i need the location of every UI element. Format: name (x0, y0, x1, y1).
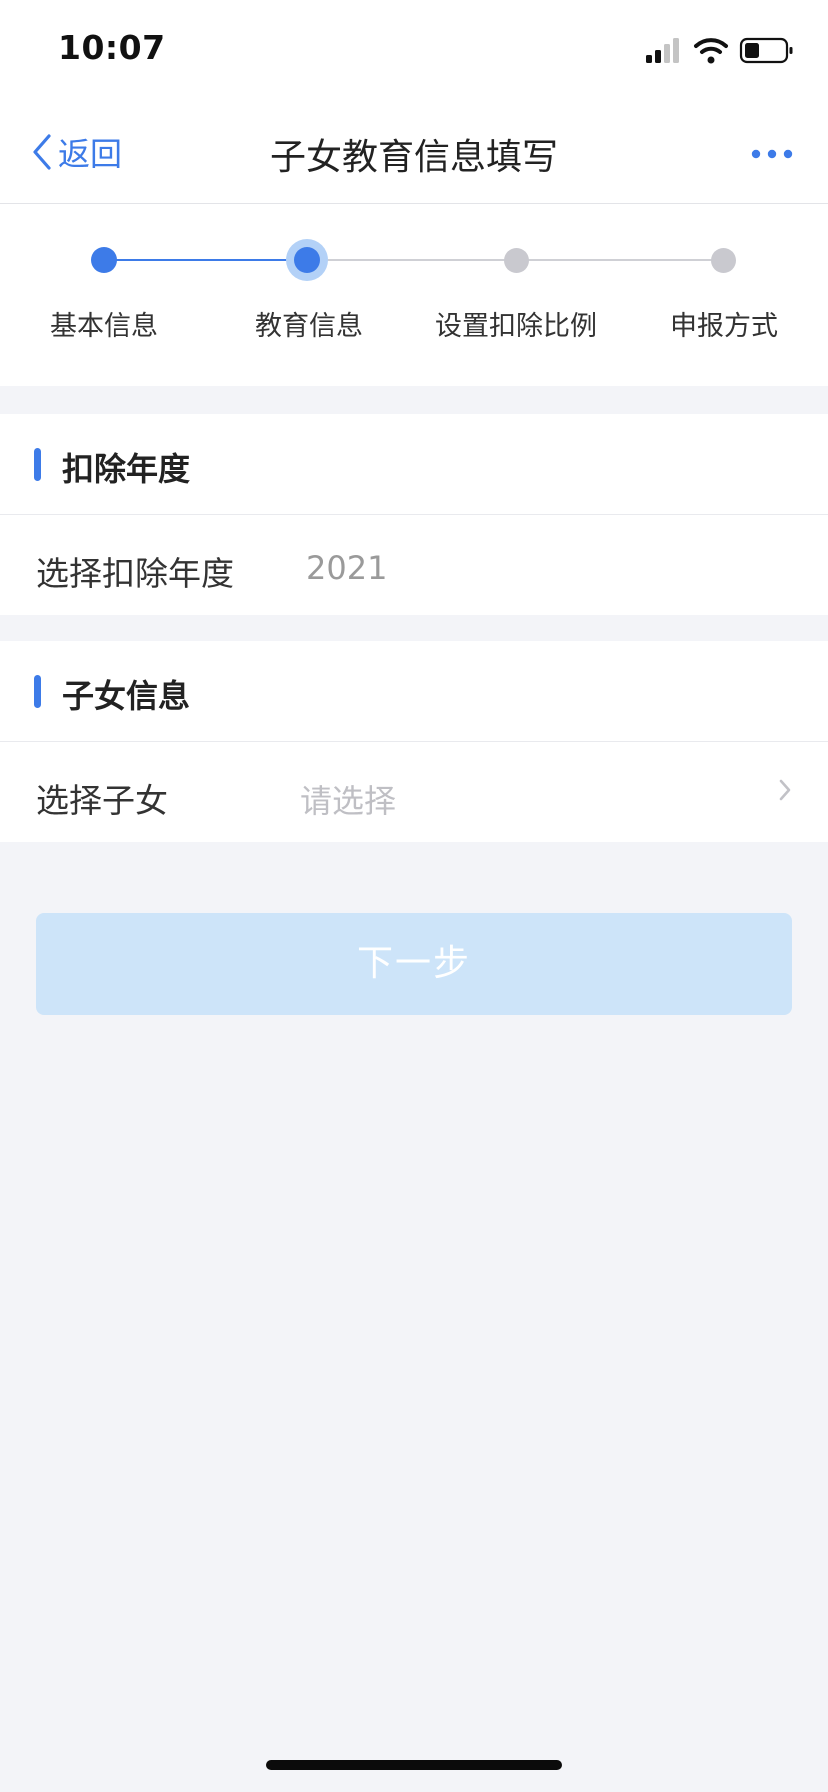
next-step-button[interactable]: 下一步 (36, 913, 792, 1015)
deduction-year-section: 扣除年度 选择扣除年度 2021 (0, 414, 828, 615)
select-child-placeholder: 请选择 (300, 782, 397, 820)
section-title: 子女信息 (62, 677, 191, 715)
step-connector (516, 259, 724, 261)
more-button[interactable] (750, 146, 794, 160)
step-label-filing-method: 申报方式 (670, 311, 778, 342)
step-dot-done (91, 247, 117, 273)
step-dot-pending (711, 248, 736, 273)
nav-bar: 返回 子女教育信息填写 (0, 100, 828, 204)
step-label-basic-info: 基本信息 (50, 311, 158, 342)
battery-icon (739, 37, 793, 64)
children-info-section: 子女信息 选择子女 请选择 (0, 641, 828, 842)
wifi-icon (694, 38, 728, 64)
select-child-row[interactable]: 选择子女 请选择 (0, 742, 828, 842)
status-icons (646, 36, 794, 66)
section-header: 扣除年度 (0, 414, 828, 515)
page-title: 子女教育信息填写 (269, 137, 558, 178)
row-label: 选择扣除年度 (36, 554, 234, 593)
step-label-education-info: 教育信息 (255, 311, 363, 342)
home-indicator (266, 1760, 562, 1770)
more-dots-icon (751, 149, 793, 159)
row-label: 选择子女 (36, 781, 168, 820)
step-connector (308, 259, 516, 261)
section-accent-bar (34, 675, 41, 708)
deduction-year-row[interactable]: 选择扣除年度 2021 (0, 515, 828, 615)
step-connector (104, 259, 308, 261)
status-time: 10:07 (58, 28, 166, 67)
section-title: 扣除年度 (62, 450, 191, 488)
status-bar: 10:07 (0, 0, 828, 100)
step-dot-active (286, 239, 328, 281)
section-header: 子女信息 (0, 641, 828, 742)
step-label-deduction-ratio: 设置扣除比例 (435, 311, 597, 342)
section-accent-bar (34, 448, 41, 481)
deduction-year-value: 2021 (306, 549, 388, 587)
chevron-right-icon (778, 778, 792, 806)
step-dot-pending (504, 248, 529, 273)
progress-stepper: 基本信息 教育信息 设置扣除比例 申报方式 (0, 204, 828, 386)
signal-icon (646, 38, 679, 63)
